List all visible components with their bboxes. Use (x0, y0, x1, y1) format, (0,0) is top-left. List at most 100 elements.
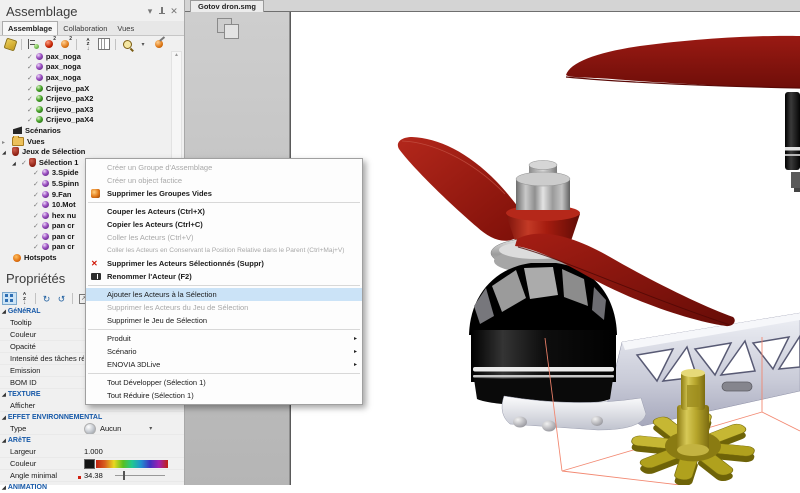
section-label: TEXTURE (7, 391, 41, 398)
tree-item-crijevo-pax[interactable]: Crijevo_paX (0, 83, 170, 94)
tree-item-crijevo-pax3[interactable]: Crijevo_paX3 (0, 104, 170, 115)
tree-item-pax-noga[interactable]: pax_noga (0, 51, 170, 62)
checkbox-checked-icon[interactable] (27, 94, 33, 103)
orange-actors-count-icon[interactable] (58, 36, 72, 51)
motor-bell[interactable] (469, 263, 617, 406)
refresh-icon[interactable]: ↺ (54, 292, 69, 305)
hex-nut[interactable] (515, 160, 571, 211)
menu-item-creer-objet-factice[interactable]: Créer un object factice (86, 174, 362, 187)
search-actor-icon[interactable] (120, 38, 134, 51)
document-tab[interactable]: Gotov dron.smg (190, 0, 264, 12)
tree-item-label: pan cr (51, 221, 75, 231)
checkbox-checked-icon[interactable] (33, 242, 39, 251)
checkbox-checked-icon[interactable] (33, 211, 39, 220)
tree-item-scenarios[interactable]: Scénarios (0, 125, 170, 136)
property-section-animation[interactable]: ANIMATION (0, 482, 184, 493)
dropdown-caret-icon[interactable]: ▾ (136, 38, 150, 51)
tree-item-vues[interactable]: Vues (0, 135, 170, 147)
tree-item-pax-noga[interactable]: pax_noga (0, 62, 170, 73)
property-section-effet-environnemental[interactable]: EFFET ENVIRONNEMENTAL (0, 412, 184, 423)
pages-icon[interactable] (217, 18, 241, 39)
menu-item-supprimer-jeu-selection[interactable]: Supprimer le Jeu de Sélection (86, 314, 362, 327)
dropdown-caret-icon[interactable]: ▾ (149, 425, 152, 432)
red-actors-count-icon[interactable] (42, 36, 56, 51)
menu-item-tout-developper[interactable]: Tout Développer (Sélection 1) (86, 376, 362, 389)
angle-slider[interactable] (114, 471, 165, 480)
delete-icon (91, 259, 100, 268)
color-swatch[interactable] (84, 458, 95, 469)
menu-item-ajouter-acteurs-selection[interactable]: Ajouter les Acteurs à la Sélection (86, 288, 362, 301)
edit-actor-icon[interactable] (152, 38, 166, 51)
property-row-couleur-arete[interactable]: Couleur (0, 458, 184, 470)
sort-alpha-icon[interactable]: AZ (17, 291, 32, 305)
chevron-down-icon[interactable]: ▾ (144, 5, 156, 17)
property-value[interactable]: 1.000 (84, 447, 103, 456)
checkbox-checked-icon[interactable] (27, 115, 33, 124)
property-value[interactable]: Aucun (100, 424, 121, 433)
checkbox-checked-icon[interactable] (27, 73, 33, 82)
import-workshop-icon[interactable] (3, 37, 17, 51)
slider-handle[interactable] (122, 471, 125, 480)
checkbox-checked-icon[interactable] (27, 105, 33, 114)
checkbox-checked-icon[interactable] (27, 52, 33, 61)
checkbox-checked-icon[interactable] (27, 84, 33, 93)
checkbox-checked-icon[interactable] (33, 200, 39, 209)
3d-viewport[interactable] (290, 12, 800, 485)
checkbox-checked-icon[interactable] (27, 62, 33, 71)
scroll-up-icon[interactable]: ▲ (174, 52, 179, 59)
menu-item-produit[interactable]: Produit ▸ (86, 332, 362, 345)
tab-vues[interactable]: Vues (112, 22, 139, 35)
property-row-type[interactable]: Type Aucun ▾ (0, 423, 184, 435)
pin-icon[interactable] (156, 5, 168, 17)
menu-item-creer-groupe[interactable]: Créer un Groupe d'Assemblage (86, 161, 362, 174)
property-label: BOM ID (10, 378, 37, 387)
menu-item-coller-acteurs[interactable]: Coller les Acteurs (Ctrl+V) (86, 231, 362, 244)
close-icon[interactable]: ✕ (168, 5, 180, 17)
tab-assemblage[interactable]: Assemblage (2, 21, 59, 35)
property-section-arete[interactable]: ARêTE (0, 435, 184, 446)
checkbox-checked-icon[interactable] (21, 158, 27, 167)
menu-item-coller-position-relative[interactable]: Coller les Acteurs en Conservant la Posi… (86, 244, 362, 257)
color-gradient-bar[interactable] (96, 459, 168, 468)
menu-item-supprimer-acteurs-jeu[interactable]: Supprimer les Acteurs du Jeu de Sélectio… (86, 301, 362, 314)
lens-glyph (122, 39, 132, 49)
expander-collapsed-icon[interactable] (2, 137, 11, 146)
tab-collaboration[interactable]: Collaboration (58, 22, 112, 35)
sort-alpha-icon[interactable]: AZ (81, 37, 95, 51)
menu-item-couper-acteurs[interactable]: Couper les Acteurs (Ctrl+X) (86, 205, 362, 218)
reset-properties-icon[interactable]: ↻ (39, 292, 54, 305)
tree-item-pax-noga[interactable]: pax_noga (0, 72, 170, 83)
checkbox-checked-icon[interactable] (33, 221, 39, 230)
categorized-icon[interactable] (2, 292, 17, 305)
checkbox-checked-icon[interactable] (33, 168, 39, 177)
menu-item-supprimer-acteurs-selectionnes[interactable]: Supprimer les Acteurs Sélectionnés (Supp… (86, 257, 362, 270)
menu-item-renommer-acteur[interactable]: Renommer l'Acteur (F2) (86, 270, 362, 283)
checkbox-checked-icon[interactable] (33, 179, 39, 188)
property-row-angle-minimal[interactable]: Angle minimal 34.38 (0, 470, 184, 482)
menu-item-supprimer-groupes-vides[interactable]: Supprimer les Groupes Vides (86, 187, 362, 200)
tree-item-label: Jeux de Sélection (22, 147, 86, 157)
expander-expanded-icon[interactable] (2, 147, 11, 156)
expander-expanded-icon[interactable] (12, 158, 21, 167)
menu-item-enovia-3dlive[interactable]: ENOVIA 3DLive ▸ (86, 358, 362, 371)
tree-item-label: 10.Mot (51, 200, 76, 210)
columns-icon[interactable] (97, 38, 111, 51)
second-propeller[interactable] (565, 35, 800, 89)
checkbox-checked-icon[interactable] (33, 232, 39, 241)
checkbox-checked-icon[interactable] (33, 190, 39, 199)
property-label: Afficher (10, 401, 36, 410)
actor-sphere-icon (35, 84, 43, 92)
3d-scene (397, 35, 800, 485)
property-value[interactable]: 34.38 (84, 471, 103, 480)
actor-tree-icon[interactable] (26, 38, 40, 51)
menu-item-scenario[interactable]: Scénario ▸ (86, 345, 362, 358)
menu-item-tout-reduire[interactable]: Tout Réduire (Sélection 1) (86, 389, 362, 402)
property-row-largeur[interactable]: Largeur 1.000 (0, 446, 184, 458)
tree-item-crijevo-pax4[interactable]: Crijevo_paX4 (0, 115, 170, 126)
scenarios-icon (13, 126, 22, 135)
tree-item-crijevo-pax2[interactable]: Crijevo_paX2 (0, 93, 170, 104)
property-label: Type (10, 424, 27, 433)
second-motor[interactable] (785, 92, 800, 192)
tree-item-jeux-de-selection[interactable]: Jeux de Sélection (0, 146, 170, 157)
menu-item-copier-acteurs[interactable]: Copier les Acteurs (Ctrl+C) (86, 218, 362, 231)
